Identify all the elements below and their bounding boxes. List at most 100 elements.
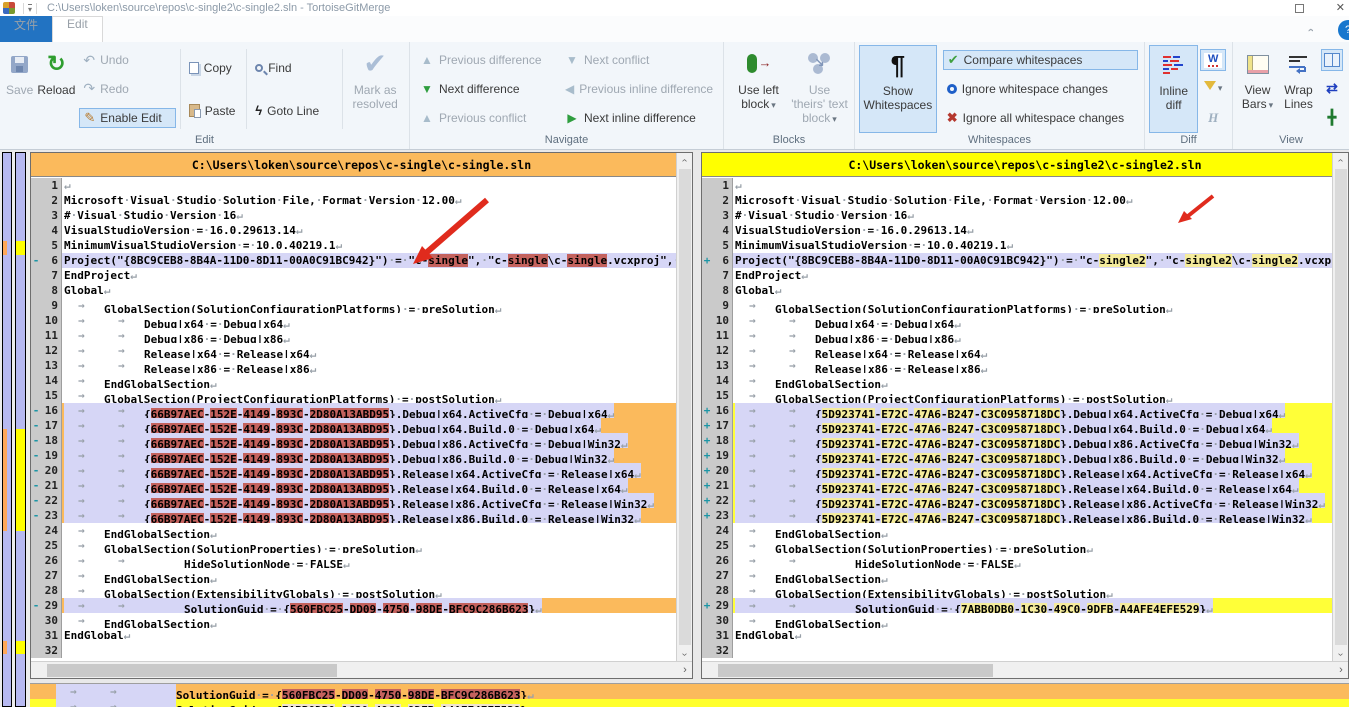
code-line[interactable]: 24→EndGlobalSection↵ <box>702 523 1332 538</box>
code-line[interactable]: 15→GlobalSection(ProjectConfigurationPla… <box>702 388 1332 403</box>
scroll-up-icon[interactable]: › <box>679 158 690 161</box>
help-icon[interactable]: ? <box>1338 20 1349 40</box>
show-whitespaces-button[interactable]: ¶ Show Whitespaces <box>859 45 937 133</box>
use-theirs-text-block-button[interactable]: ↘ Use 'theirs' text block▾ <box>789 45 850 133</box>
code-line[interactable]: -22→→{66B97AEC-152E-4149-893C-2D80A13ABD… <box>31 493 676 508</box>
code-line[interactable]: 2Microsoft·Visual·Studio·Solution·File,·… <box>702 193 1332 208</box>
code-line[interactable]: 25→GlobalSection(SolutionProperties)·=·p… <box>31 538 676 553</box>
code-line[interactable]: 8Global↵ <box>702 283 1332 298</box>
code-line[interactable]: +16→→{5D923741-E72C-47A6-B247-C3C0958718… <box>702 403 1332 418</box>
code-line[interactable]: 25→GlobalSection(SolutionProperties)·=·p… <box>702 538 1332 553</box>
previous-inline-difference-button[interactable]: ◀ Previous inline difference <box>561 79 717 99</box>
code-line[interactable]: 27→EndGlobalSection↵ <box>31 568 676 583</box>
code-line[interactable]: 12→→Release|x64·=·Release|x64↵ <box>702 343 1332 358</box>
compare-whitespaces-button[interactable]: ✔ Compare whitespaces <box>943 50 1138 70</box>
close-icon[interactable]: ✕ <box>1336 3 1345 14</box>
code-line[interactable]: 28→GlobalSection(ExtensibilityGlobals)·=… <box>31 583 676 598</box>
code-line[interactable]: 5MinimumVisualStudioVersion·=·10.0.40219… <box>31 238 676 253</box>
copy-button[interactable]: Copy <box>185 58 243 78</box>
scrollbar-thumb[interactable] <box>47 664 337 677</box>
code-line[interactable]: 26→→HideSolutionNode·=·FALSE↵ <box>702 553 1332 568</box>
scroll-down-icon[interactable]: › <box>679 652 690 655</box>
code-line[interactable]: 26→→HideSolutionNode·=·FALSE↵ <box>31 553 676 568</box>
fit-window-button[interactable]: ╋ <box>1321 107 1343 129</box>
code-line[interactable]: +23→→{5D923741-E72C-47A6-B247-C3C0958718… <box>702 508 1332 523</box>
undo-button[interactable]: ↶ Undo <box>79 50 175 70</box>
use-left-block-button[interactable]: → Use left block▾ <box>728 45 789 133</box>
code-line[interactable]: 1↵ <box>31 178 676 193</box>
bottom-diff-row[interactable]: →→SolutionGuid·=·{560FBC25-DD09-4750-98D… <box>30 684 1349 699</box>
filter-button[interactable]: ▾ <box>1200 78 1226 100</box>
code-line[interactable]: +22→→{5D923741-E72C-47A6-B247-C3C0958718… <box>702 493 1332 508</box>
code-line[interactable]: 9→GlobalSection(SolutionConfigurationPla… <box>702 298 1332 313</box>
code-line[interactable]: 12→→Release|x64·=·Release|x64↵ <box>31 343 676 358</box>
restore-icon[interactable] <box>1295 4 1304 13</box>
ignore-all-whitespace-changes-button[interactable]: ✖ Ignore all whitespace changes <box>943 108 1138 128</box>
code-line[interactable]: 15→GlobalSection(ProjectConfigurationPla… <box>31 388 676 403</box>
code-line[interactable]: 5MinimumVisualStudioVersion·=·10.0.40219… <box>702 238 1332 253</box>
code-line[interactable]: -19→→{66B97AEC-152E-4149-893C-2D80A13ABD… <box>31 448 676 463</box>
enable-edit-button[interactable]: ✎ Enable Edit <box>79 108 175 128</box>
redo-button[interactable]: ↷ Redo <box>79 79 175 99</box>
scroll-down-icon[interactable]: › <box>1335 652 1346 655</box>
right-locator-column[interactable] <box>15 152 26 707</box>
code-line[interactable]: -16→→{66B97AEC-152E-4149-893C-2D80A13ABD… <box>31 403 676 418</box>
mark-as-resolved-button[interactable]: ✔ Mark as resolved <box>345 45 405 133</box>
code-line[interactable]: -20→→{66B97AEC-152E-4149-893C-2D80A13ABD… <box>31 463 676 478</box>
code-line[interactable]: 11→→Debug|x86·=·Debug|x86↵ <box>702 328 1332 343</box>
code-line[interactable]: +20→→{5D923741-E72C-47A6-B247-C3C0958718… <box>702 463 1332 478</box>
code-line[interactable]: +19→→{5D923741-E72C-47A6-B247-C3C0958718… <box>702 448 1332 463</box>
find-button[interactable]: Find <box>251 58 338 78</box>
next-inline-difference-button[interactable]: ▶ Next inline difference <box>561 108 717 128</box>
code-line[interactable]: 1↵ <box>702 178 1332 193</box>
left-locator-column[interactable] <box>2 152 12 707</box>
right-code-area[interactable]: 1↵2Microsoft·Visual·Studio·Solution·File… <box>702 178 1332 661</box>
bottom-diff-pane[interactable]: →→SolutionGuid·=·{560FBC25-DD09-4750-98D… <box>30 683 1349 707</box>
code-line[interactable]: -6Project("{8BC9CEB8-8B4A-11D0-8D11-00A0… <box>31 253 676 268</box>
code-line[interactable]: 32 <box>31 643 676 658</box>
scroll-right-icon[interactable]: › <box>1334 664 1348 676</box>
code-line[interactable]: -17→→{66B97AEC-152E-4149-893C-2D80A13ABD… <box>31 418 676 433</box>
code-line[interactable]: +29→→SolutionGuid·=·{7ABB0DB0-1C30-49C0-… <box>702 598 1332 613</box>
code-line[interactable]: 10→→Debug|x64·=·Debug|x64↵ <box>702 313 1332 328</box>
code-line[interactable]: 30→EndGlobalSection↵ <box>31 613 676 628</box>
code-line[interactable]: -18→→{66B97AEC-152E-4149-893C-2D80A13ABD… <box>31 433 676 448</box>
previous-conflict-button[interactable]: ▲ Previous conflict <box>416 108 557 128</box>
left-code-area[interactable]: 1↵2Microsoft·Visual·Studio·Solution·File… <box>31 178 676 661</box>
scrollbar-thumb[interactable] <box>679 169 691 645</box>
previous-difference-button[interactable]: ▲ Previous difference <box>416 50 557 70</box>
ignore-whitespace-changes-button[interactable]: Ignore whitespace changes <box>943 79 1138 99</box>
code-line[interactable]: -29→→SolutionGuid·=·{560FBC25-DD09-4750-… <box>31 598 676 613</box>
code-line[interactable]: 28→GlobalSection(ExtensibilityGlobals)·=… <box>702 583 1332 598</box>
code-line[interactable]: 32 <box>702 643 1332 658</box>
code-line[interactable]: 14→EndGlobalSection↵ <box>702 373 1332 388</box>
code-line[interactable]: 14→EndGlobalSection↵ <box>31 373 676 388</box>
code-line[interactable]: +18→→{5D923741-E72C-47A6-B247-C3C0958718… <box>702 433 1332 448</box>
code-line[interactable]: 3#·Visual·Studio·Version·16↵ <box>31 208 676 223</box>
code-line[interactable]: 30→EndGlobalSection↵ <box>702 613 1332 628</box>
locator-bar[interactable] <box>0 152 30 707</box>
goto-line-button[interactable]: ϟ Goto Line <box>251 101 338 121</box>
wrap-lines-button[interactable]: Wrap Lines <box>1278 45 1319 133</box>
next-conflict-button[interactable]: ▼ Next conflict <box>561 50 717 70</box>
split-view-button[interactable] <box>1321 49 1343 71</box>
paste-button[interactable]: Paste <box>185 101 243 121</box>
code-line[interactable]: 4VisualStudioVersion·=·16.0.29613.14↵ <box>702 223 1332 238</box>
code-line[interactable]: 9→GlobalSection(SolutionConfigurationPla… <box>31 298 676 313</box>
code-line[interactable]: -21→→{66B97AEC-152E-4149-893C-2D80A13ABD… <box>31 478 676 493</box>
quick-access-caret-icon[interactable]: ▾ <box>28 4 32 13</box>
code-line[interactable]: 7EndProject↵ <box>31 268 676 283</box>
left-horizontal-scrollbar[interactable]: › <box>31 661 692 678</box>
code-line[interactable]: 7EndProject↵ <box>702 268 1332 283</box>
scrollbar-thumb[interactable] <box>718 664 993 677</box>
right-vertical-scrollbar[interactable]: › › <box>1332 153 1348 661</box>
collapse-ribbon-icon[interactable]: › <box>1305 28 1317 32</box>
code-line[interactable]: -23→→{66B97AEC-152E-4149-893C-2D80A13ABD… <box>31 508 676 523</box>
code-line[interactable]: 4VisualStudioVersion·=·16.0.29613.14↵ <box>31 223 676 238</box>
code-line[interactable]: 2Microsoft·Visual·Studio·Solution·File,·… <box>31 193 676 208</box>
scrollbar-thumb[interactable] <box>1335 169 1347 645</box>
code-line[interactable]: 27→EndGlobalSection↵ <box>702 568 1332 583</box>
tab-edit[interactable]: Edit <box>52 16 103 42</box>
word-diff-button[interactable]: W <box>1200 49 1226 71</box>
code-line[interactable]: 8Global↵ <box>31 283 676 298</box>
